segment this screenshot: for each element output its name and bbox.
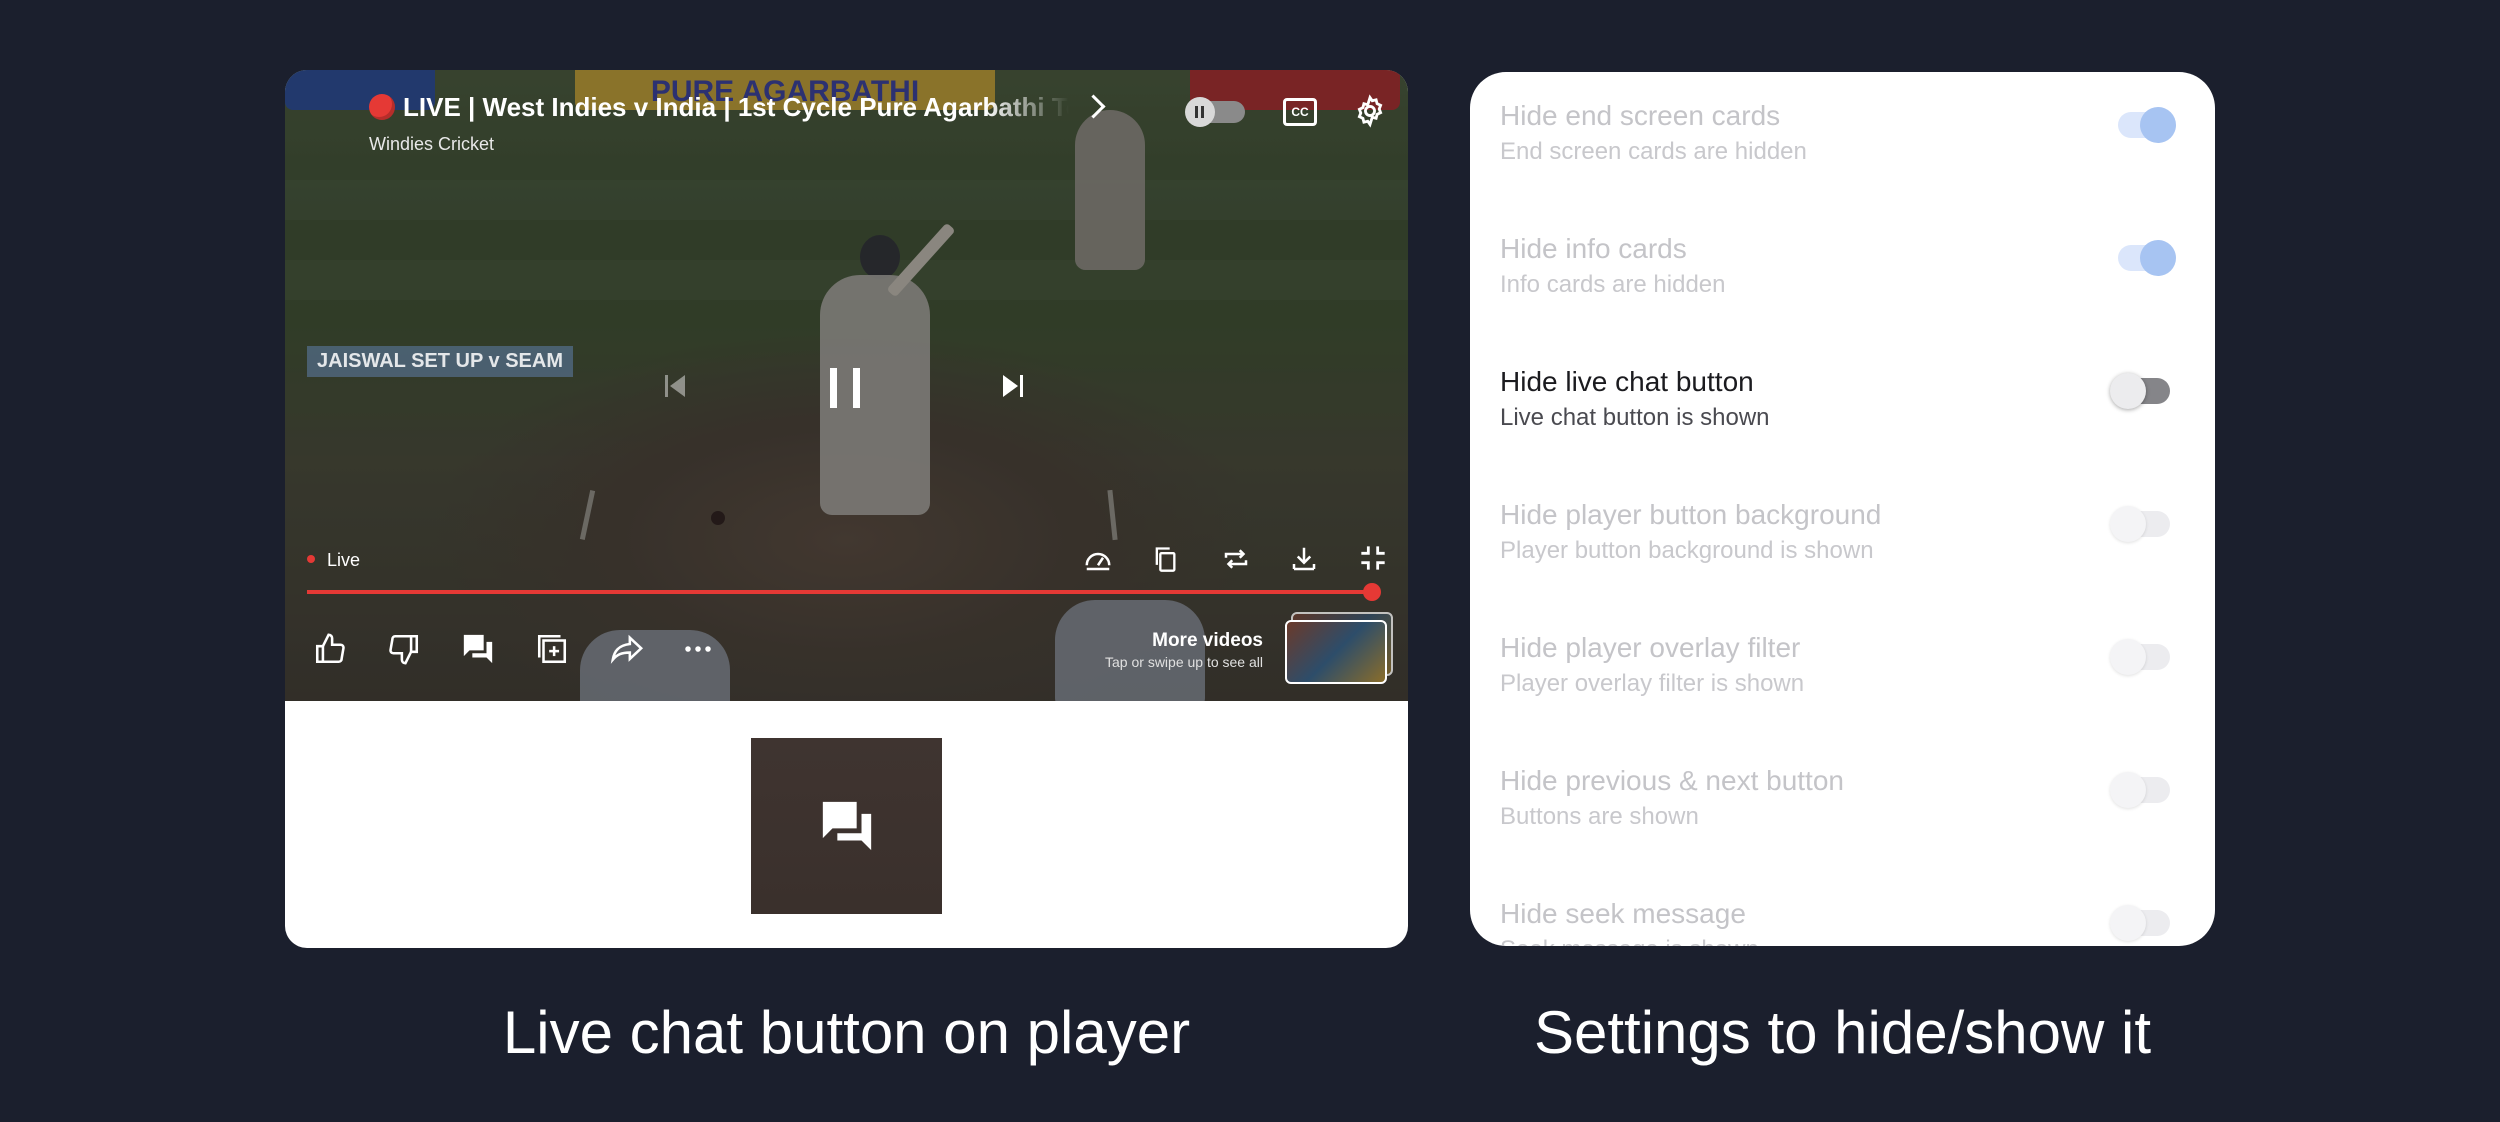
toggle-switch[interactable] xyxy=(2110,639,2170,675)
toggle-switch[interactable] xyxy=(2118,107,2176,143)
toggle-switch[interactable] xyxy=(2110,506,2170,542)
download-icon[interactable] xyxy=(1289,544,1319,574)
dislike-icon[interactable] xyxy=(387,632,421,666)
setting-subtitle: Seek message is shown xyxy=(1500,936,1759,946)
setting-row-hide-player-overlay-filter[interactable]: Hide player overlay filter Player overla… xyxy=(1500,604,2190,737)
live-label: Live xyxy=(327,550,361,570)
video-player-card: PURE AGARBATHI LIVE | West Indies v Indi… xyxy=(285,70,1408,948)
settings-panel: Hide end screen cards End screen cards a… xyxy=(1470,72,2215,946)
setting-title: Hide seek message xyxy=(1500,898,1746,929)
save-to-playlist-icon[interactable] xyxy=(535,632,569,666)
caption-right: Settings to hide/show it xyxy=(1533,999,2152,1066)
setting-title: Hide player overlay filter xyxy=(1500,632,1801,663)
live-chat-icon[interactable] xyxy=(461,632,495,666)
toggle-switch[interactable] xyxy=(2110,905,2170,941)
video-title: LIVE | West Indies v India | 1st Cycle P… xyxy=(369,92,1069,123)
repeat-icon[interactable] xyxy=(1220,544,1252,574)
more-videos-thumbnails[interactable] xyxy=(1285,612,1393,684)
more-videos-hint: Tap or swipe up to see all xyxy=(1105,654,1263,670)
video-frame[interactable]: PURE AGARBATHI LIVE | West Indies v Indi… xyxy=(285,70,1408,701)
setting-row-hide-player-button-background[interactable]: Hide player button background Player but… xyxy=(1500,471,2190,604)
setting-subtitle: Player button background is shown xyxy=(1500,537,1874,564)
live-badge[interactable]: Live xyxy=(307,550,360,571)
setting-row-hide-seek-message[interactable]: Hide seek message Seek message is shown xyxy=(1500,870,2190,946)
setting-row-hide-previous-next-button[interactable]: Hide previous & next button Buttons are … xyxy=(1500,737,2190,870)
toggle-knob xyxy=(2110,373,2146,409)
toggle-knob xyxy=(2110,639,2146,675)
setting-row-hide-end-screen-cards[interactable]: Hide end screen cards End screen cards a… xyxy=(1500,72,2190,205)
skip-previous-icon[interactable] xyxy=(665,375,685,397)
more-videos-title: More videos xyxy=(1152,630,1263,651)
gear-icon[interactable] xyxy=(1353,94,1387,128)
setting-row-hide-live-chat-button[interactable]: Hide live chat button Live chat button i… xyxy=(1500,338,2190,471)
toggle-switch[interactable] xyxy=(2118,240,2176,276)
setting-title: Hide player button background xyxy=(1500,499,1882,530)
setting-title: Hide previous & next button xyxy=(1500,765,1844,796)
share-icon[interactable] xyxy=(609,632,645,666)
red-circle-icon xyxy=(369,94,395,120)
setting-subtitle: Live chat button is shown xyxy=(1500,404,1770,431)
pause-icon[interactable] xyxy=(828,368,862,408)
setting-subtitle: End screen cards are hidden xyxy=(1500,138,1807,165)
toggle-knob xyxy=(2140,107,2176,143)
speed-icon[interactable] xyxy=(1082,544,1114,574)
toggle-knob xyxy=(2110,905,2146,941)
like-icon[interactable] xyxy=(313,632,347,666)
autoplay-toggle[interactable] xyxy=(1185,97,1245,127)
toggle-knob xyxy=(2110,506,2146,542)
setting-title: Hide info cards xyxy=(1500,233,1687,264)
video-thumbnail xyxy=(1285,620,1387,684)
channel-name[interactable]: Windies Cricket xyxy=(369,134,494,155)
closed-captions-icon[interactable]: CC xyxy=(1283,98,1317,126)
setting-title: Hide live chat button xyxy=(1500,366,1754,397)
score-banner: JAISWAL SET UP v SEAM xyxy=(307,346,573,377)
skip-next-icon[interactable] xyxy=(1003,375,1023,397)
setting-subtitle: Info cards are hidden xyxy=(1500,271,1726,298)
live-dot xyxy=(307,555,315,563)
toggle-knob xyxy=(2110,772,2146,808)
pause-icon xyxy=(1185,97,1215,127)
video-title-text: LIVE | West Indies v India | 1st Cycle P… xyxy=(403,92,1069,122)
more-icon[interactable] xyxy=(683,632,713,666)
exit-fullscreen-icon[interactable] xyxy=(1359,544,1387,572)
progress-scrubber[interactable] xyxy=(1363,583,1381,601)
copy-icon[interactable] xyxy=(1151,544,1179,574)
setting-subtitle: Player overlay filter is shown xyxy=(1500,670,1805,697)
live-chat-icon xyxy=(822,801,871,851)
caption-left: Live chat button on player xyxy=(502,999,1191,1066)
more-videos-label[interactable]: More videos Tap or swipe up to see all xyxy=(1105,630,1263,670)
setting-title: Hide end screen cards xyxy=(1500,100,1781,131)
setting-subtitle: Buttons are shown xyxy=(1500,803,1699,830)
setting-row-hide-info-cards[interactable]: Hide info cards Info cards are hidden xyxy=(1500,205,2190,338)
toggle-switch[interactable] xyxy=(2110,772,2170,808)
toggle-switch[interactable] xyxy=(2110,373,2170,409)
toggle-knob xyxy=(2140,240,2176,276)
progress-bar[interactable] xyxy=(307,590,1377,594)
live-chat-button-preview[interactable] xyxy=(751,738,942,914)
